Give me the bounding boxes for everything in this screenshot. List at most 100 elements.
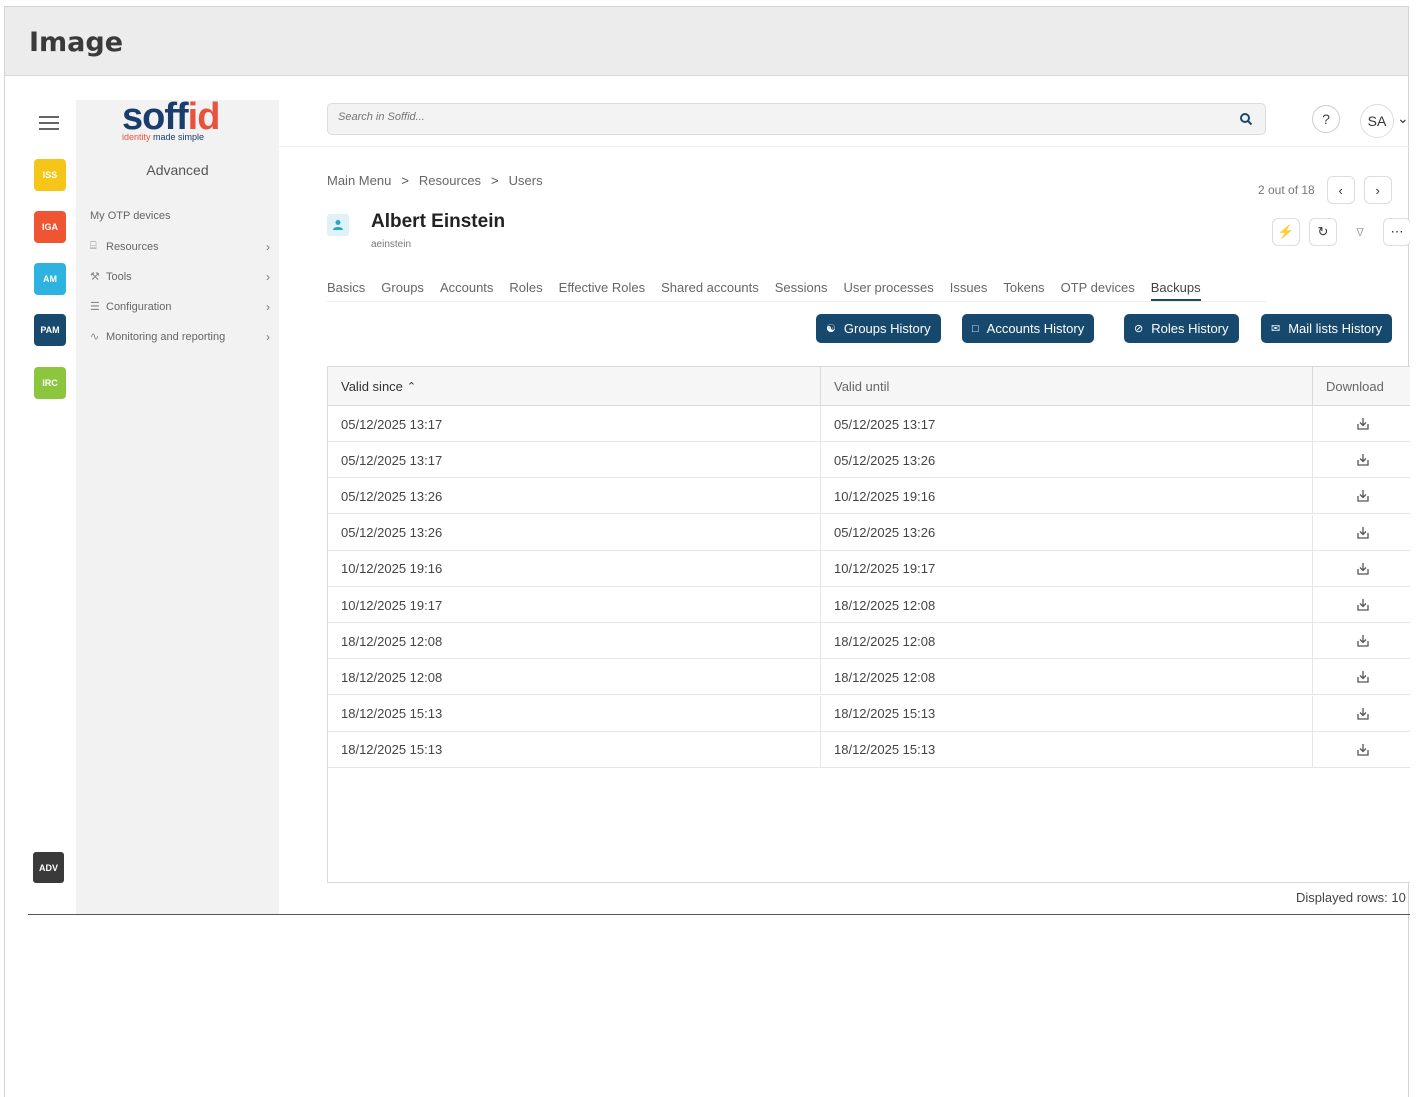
valid-since-cell: 18/12/2025 12:08 [328, 659, 821, 696]
sidebar-item-tools[interactable]: ⚒ Tools › [90, 270, 270, 284]
sidebar-item-label: Tools [106, 270, 132, 283]
valid-since-cell: 05/12/2025 13:26 [328, 478, 821, 515]
table-row[interactable]: 05/12/2025 13:26 10/12/2025 19:16 [328, 478, 1410, 515]
trend-icon: ∿ [90, 331, 100, 343]
accounts-history-button[interactable]: □ Accounts History [962, 314, 1095, 343]
module-iga-button[interactable]: IGA [34, 211, 66, 243]
sidebar: soffid identity made simple Advanced My … [76, 100, 279, 915]
soffid-app: ISS IGA AM PAM IRC ADV soffid identity made … [28, 100, 1410, 915]
chevron-right-icon: › [266, 239, 270, 254]
table-row[interactable]: 18/12/2025 15:13 18/12/2025 15:13 [328, 695, 1410, 732]
valid-since-cell: 18/12/2025 15:13 [328, 695, 821, 732]
tab-basics[interactable]: Basics [327, 280, 365, 301]
valid-until-cell: 18/12/2025 12:08 [821, 623, 1313, 660]
valid-until-cell: 18/12/2025 15:13 [821, 731, 1313, 768]
hamburger-menu-icon[interactable] [39, 116, 59, 130]
sidebar-item-resources[interactable]: ⌸ Resources › [90, 239, 270, 254]
column-valid-since[interactable]: Valid since ⌃ [328, 367, 821, 406]
user-full-name: Albert Einstein [371, 211, 506, 232]
tab-effective-roles[interactable]: Effective Roles [559, 280, 645, 301]
breadcrumb-users[interactable]: Users [509, 173, 543, 188]
table-row[interactable]: 05/12/2025 13:26 05/12/2025 13:26 [328, 514, 1410, 551]
breadcrumb-main-menu[interactable]: Main Menu [327, 173, 391, 188]
tab-groups[interactable]: Groups [381, 280, 424, 301]
download-icon[interactable] [1313, 623, 1410, 659]
mail-lists-history-button[interactable]: ✉ Mail lists History [1261, 314, 1393, 343]
sidebar-item-monitoring-and-reporting[interactable]: ∿ Monitoring and reporting › [90, 329, 270, 344]
chevron-right-icon: › [266, 329, 270, 344]
more-options-button[interactable]: ⋯ [1383, 218, 1410, 246]
table-header: Valid since ⌃ Valid until Download [328, 367, 1410, 406]
valid-since-cell: 18/12/2025 15:13 [328, 731, 821, 768]
table-row[interactable]: 05/12/2025 13:17 05/12/2025 13:17 [328, 406, 1410, 442]
module-pam-button[interactable]: PAM [34, 314, 66, 346]
valid-until-cell: 18/12/2025 12:08 [821, 659, 1313, 696]
valid-until-cell: 05/12/2025 13:26 [821, 514, 1313, 551]
lightning-action-button[interactable]: ⚡ [1272, 218, 1300, 246]
tab-bar: Basics Groups Accounts Roles Effective Roles… [327, 280, 1217, 301]
tab-user-processes[interactable]: User processes [843, 280, 933, 301]
table-row[interactable]: 10/12/2025 19:16 10/12/2025 19:17 [328, 550, 1410, 587]
sidebar-item-configuration[interactable]: ☰ Configuration › [90, 299, 270, 314]
download-icon[interactable] [1313, 515, 1410, 551]
sidebar-item-label: Monitoring and reporting [106, 330, 226, 343]
valid-since-cell: 05/12/2025 13:17 [328, 406, 821, 442]
module-adv-button[interactable]: ADV [33, 852, 64, 883]
table-row[interactable]: 18/12/2025 12:08 18/12/2025 12:08 [328, 659, 1410, 696]
pager-text: 2 out of 18 [1258, 183, 1315, 197]
tab-sessions[interactable]: Sessions [775, 280, 828, 301]
tab-accounts[interactable]: Accounts [440, 280, 493, 301]
download-icon[interactable] [1313, 406, 1410, 442]
table-row[interactable]: 18/12/2025 15:13 18/12/2025 15:13 [328, 731, 1410, 768]
breadcrumb-resources[interactable]: Resources [419, 173, 481, 188]
tab-otp-devices[interactable]: OTP devices [1061, 280, 1135, 301]
download-icon[interactable] [1313, 442, 1410, 478]
record-pager: 2 out of 18 ‹ › [1258, 176, 1401, 204]
valid-until-cell: 05/12/2025 13:17 [821, 406, 1313, 442]
search-icon[interactable] [1239, 112, 1253, 126]
tab-shared-accounts[interactable]: Shared accounts [661, 280, 759, 301]
module-rail: ISS IGA AM PAM IRC ADV [28, 100, 76, 915]
tab-roles[interactable]: Roles [509, 280, 542, 301]
valid-since-cell: 05/12/2025 13:26 [328, 514, 821, 551]
sidebar-item-my-otp-devices[interactable]: My OTP devices [90, 210, 270, 222]
chevron-down-icon[interactable]: ⌄ [1397, 110, 1409, 127]
download-icon[interactable] [1313, 732, 1410, 768]
user-icon [327, 214, 349, 236]
groups-history-button[interactable]: ☯ Groups History [816, 314, 941, 343]
tab-backups[interactable]: Backups [1150, 280, 1201, 301]
table-row[interactable]: 18/12/2025 12:08 18/12/2025 12:08 [328, 623, 1410, 660]
module-irc-button[interactable]: IRC [34, 367, 66, 399]
valid-since-cell: 05/12/2025 13:17 [328, 442, 821, 479]
download-icon[interactable] [1313, 659, 1410, 695]
help-button[interactable]: ? [1312, 105, 1340, 133]
frame-title: Image [29, 27, 124, 58]
module-iss-button[interactable]: ISS [34, 159, 66, 191]
soffid-logo[interactable]: soffid identity made simple [122, 100, 220, 142]
tab-issues[interactable]: Issues [950, 280, 988, 301]
chevron-right-icon: › [266, 299, 270, 314]
next-record-button[interactable]: › [1363, 176, 1392, 204]
refresh-button[interactable]: ↻ [1309, 218, 1337, 246]
tab-tokens[interactable]: Tokens [1003, 280, 1044, 301]
module-am-button[interactable]: AM [34, 263, 66, 295]
download-icon[interactable] [1313, 587, 1410, 623]
user-avatar-button[interactable]: SA [1360, 104, 1394, 138]
table-row[interactable]: 05/12/2025 13:17 05/12/2025 13:26 [328, 442, 1410, 479]
search-input[interactable] [338, 111, 1218, 123]
valid-since-cell: 10/12/2025 19:16 [328, 550, 821, 587]
roles-history-button[interactable]: ⊘ Roles History [1124, 314, 1239, 343]
sidebar-item-label: Resources [106, 240, 159, 253]
valid-since-cell: 18/12/2025 12:08 [328, 623, 821, 660]
backups-table: Valid since ⌃ Valid until Download 05/12… [327, 366, 1410, 883]
valid-until-cell: 10/12/2025 19:16 [821, 478, 1313, 515]
bottom-divider [28, 914, 1410, 915]
displayed-rows-count: Displayed rows: 10 [1296, 890, 1406, 905]
column-valid-until[interactable]: Valid until [821, 367, 1313, 406]
download-icon[interactable] [1313, 696, 1410, 732]
valid-until-cell: 05/12/2025 13:26 [821, 442, 1313, 479]
download-icon[interactable] [1313, 551, 1410, 587]
table-row[interactable]: 10/12/2025 19:17 18/12/2025 12:08 [328, 587, 1410, 623]
previous-record-button[interactable]: ‹ [1326, 176, 1355, 204]
download-icon[interactable] [1313, 478, 1410, 514]
